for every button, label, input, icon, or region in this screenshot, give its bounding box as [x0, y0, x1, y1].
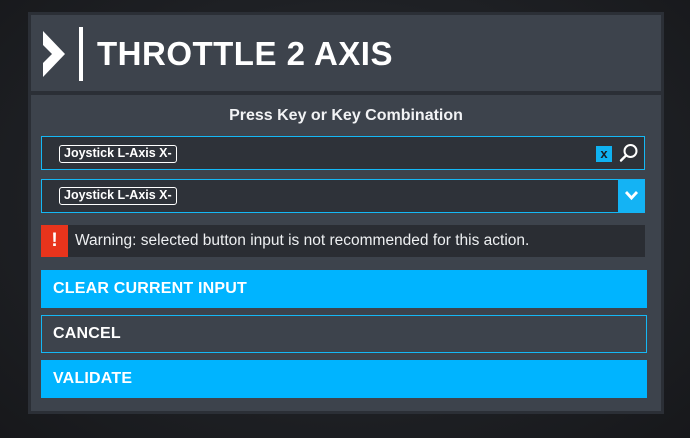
dialog-header: THROTTLE 2 AXIS — [31, 15, 661, 91]
input-select[interactable]: Joystick L-Axis X- — [41, 179, 645, 213]
warning-text: Warning: selected button input is not re… — [75, 232, 530, 249]
key-search-input[interactable]: Joystick L-Axis X- x — [41, 136, 645, 170]
dialog-title: THROTTLE 2 AXIS — [97, 35, 393, 72]
exclamation-icon: ! — [41, 225, 68, 257]
chevron-down-icon — [624, 191, 639, 201]
dropdown-button[interactable] — [618, 179, 645, 213]
cancel-button[interactable]: CANCEL — [41, 315, 647, 353]
prompt-text: Press Key or Key Combination — [229, 107, 463, 124]
input-chip: Joystick L-Axis X- — [59, 145, 177, 163]
binding-dialog: THROTTLE 2 AXIS Press Key or Key Combina… — [28, 12, 664, 414]
validate-button[interactable]: VALIDATE — [41, 360, 647, 398]
warning-banner: ! Warning: selected button input is not … — [41, 225, 645, 257]
search-icon[interactable] — [618, 142, 640, 164]
clear-current-input-button[interactable]: CLEAR CURRENT INPUT — [41, 270, 647, 308]
dialog-body: Press Key or Key Combination Joystick L-… — [31, 95, 661, 411]
select-chip: Joystick L-Axis X- — [59, 187, 177, 205]
clear-input-icon[interactable]: x — [596, 146, 612, 162]
chevron-logo-icon — [43, 27, 83, 81]
